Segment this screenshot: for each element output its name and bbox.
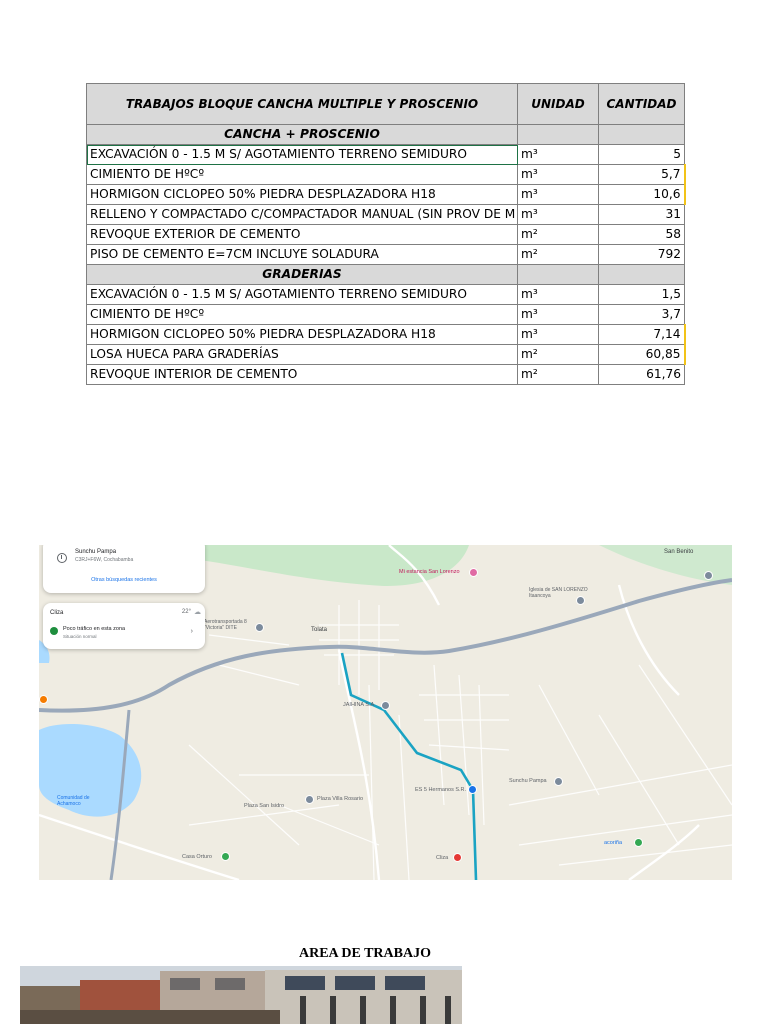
table-row[interactable]: REVOQUE EXTERIOR DE CEMENTO m² 58 xyxy=(86,224,685,245)
table-row[interactable]: HORMIGON CICLOPEO 50% PIEDRA DESPLAZADOR… xyxy=(86,184,686,205)
weather-cloud-icon: ☁ xyxy=(194,609,201,616)
label-sunchu-pampa[interactable]: Sunchu Pampa xyxy=(509,778,547,784)
cell-description[interactable]: HORMIGON CICLOPEO 50% PIEDRA DESPLAZADOR… xyxy=(86,184,518,205)
table-header-row: TRABAJOS BLOQUE CANCHA MULTIPLE Y PROSCE… xyxy=(86,83,685,125)
table-row[interactable]: HORMIGON CICLOPEO 50% PIEDRA DESPLAZADOR… xyxy=(86,324,686,345)
place-pin-icon[interactable] xyxy=(39,695,48,704)
chevron-right-icon[interactable]: › xyxy=(191,628,193,635)
label-plaza-san-isidro[interactable]: Plaza San Isidro xyxy=(244,803,284,809)
cell-quantity[interactable]: 31 xyxy=(598,204,685,225)
cell-quantity[interactable]: 3,7 xyxy=(598,304,685,325)
cell-quantity[interactable]: 10,6 xyxy=(598,184,686,205)
label-iglesia[interactable]: Iglesia de SAN LORENZO Itaancoya xyxy=(529,587,599,599)
cell-quantity[interactable]: 5 xyxy=(598,144,685,165)
header-description: TRABAJOS BLOQUE CANCHA MULTIPLE Y PROSCE… xyxy=(86,83,518,125)
work-area-photo-graphic xyxy=(20,966,462,1024)
cell-unit[interactable]: m³ xyxy=(517,304,599,325)
place-pin-icon[interactable] xyxy=(634,838,643,847)
cell-quantity[interactable]: 58 xyxy=(598,224,685,245)
cell-description[interactable]: PISO DE CEMENTO E=7CM INCLUYE SOLADURA xyxy=(86,244,518,265)
cell-unit[interactable]: m³ xyxy=(517,144,599,165)
recent-place-name[interactable]: Sunchu Pampa xyxy=(75,549,116,555)
table-row[interactable]: CIMIENTO DE HºCº m³ 3,7 xyxy=(86,304,685,325)
cell-quantity[interactable]: 5,7 xyxy=(598,164,686,185)
label-es5[interactable]: ES 5 Hermanos S.R. xyxy=(415,787,466,793)
military-pin-icon[interactable] xyxy=(255,623,264,632)
recent-place-address: C3RJ+F6W, Cochabamba xyxy=(75,557,134,563)
cell-description[interactable]: CIMIENTO DE HºCº xyxy=(86,164,518,185)
section-row: CANCHA + PROSCENIO xyxy=(86,124,685,145)
cell-unit[interactable]: m³ xyxy=(517,324,599,345)
traffic-status-icon xyxy=(50,627,58,635)
destination-pin-icon[interactable] xyxy=(468,785,477,794)
photo-section-title: AREA DE TRABAJO xyxy=(299,946,431,961)
table-row[interactable]: LOSA HUECA PARA GRADERÍAS m² 60,85 xyxy=(86,344,686,365)
label-acorina[interactable]: acoriña xyxy=(604,840,622,846)
church-pin-icon[interactable] xyxy=(576,596,585,605)
header-quantity: CANTIDAD xyxy=(598,83,685,125)
cell-quantity[interactable]: 61,76 xyxy=(598,364,685,385)
recent-search-card[interactable]: Sunchu Pampa C3RJ+F6W, Cochabamba Otras … xyxy=(43,545,205,593)
cell-quantity[interactable]: 60,85 xyxy=(598,344,686,365)
label-casa-ortuno[interactable]: Casa Orturo xyxy=(182,854,212,860)
cell-unit[interactable]: m³ xyxy=(517,164,599,185)
traffic-place-name: Cliza xyxy=(50,610,64,616)
label-aerotransportada[interactable]: Aerotransportada 8 "Victoria" DITE xyxy=(204,619,259,631)
quantities-table: TRABAJOS BLOQUE CANCHA MULTIPLE Y PROSCE… xyxy=(86,83,686,385)
label-comunidad[interactable]: Comunidad de Achamoco xyxy=(57,795,107,807)
cell-description[interactable]: REVOQUE EXTERIOR DE CEMENTO xyxy=(86,224,518,245)
label-plaza-villa-rosario[interactable]: Plaza Villa Rosario xyxy=(317,796,363,802)
cell-unit[interactable]: m² xyxy=(517,244,599,265)
cell-unit[interactable]: m² xyxy=(517,224,599,245)
cell-quantity[interactable]: 1,5 xyxy=(598,284,685,305)
cell-description[interactable]: HORMIGON CICLOPEO 50% PIEDRA DESPLAZADOR… xyxy=(86,324,518,345)
cell-unit[interactable]: m³ xyxy=(517,284,599,305)
table-row[interactable]: PISO DE CEMENTO E=7CM INCLUYE SOLADURA m… xyxy=(86,244,685,265)
traffic-status: Poco tráfico en esta zona xyxy=(63,626,126,632)
cell-unit[interactable]: m² xyxy=(517,364,599,385)
business-pin-icon[interactable] xyxy=(381,701,390,710)
place-pin-icon[interactable] xyxy=(704,571,713,580)
work-area-photo xyxy=(20,966,462,1024)
label-jaihina[interactable]: JAIHINA S.A xyxy=(343,702,374,708)
cell-description[interactable]: CIMIENTO DE HºCº xyxy=(86,304,518,325)
table-row[interactable]: REVOQUE INTERIOR DE CEMENTO m² 61,76 xyxy=(86,364,685,385)
restaurant-pin-icon[interactable] xyxy=(221,852,230,861)
label-mi-estancia[interactable]: Mi estancia San Lorenzo xyxy=(399,569,460,575)
table-row[interactable]: EXCAVACIÓN 0 - 1.5 M S/ AGOTAMIENTO TERR… xyxy=(86,284,685,305)
traffic-card[interactable]: Cliza 22° ☁ Poco tráfico en esta zona Si… xyxy=(43,603,205,649)
label-cliza[interactable]: Cliza xyxy=(436,855,448,861)
place-pin-icon[interactable] xyxy=(554,777,563,786)
cell-description[interactable]: LOSA HUECA PARA GRADERÍAS xyxy=(86,344,518,365)
cell-quantity[interactable]: 792 xyxy=(598,244,685,265)
table-row[interactable]: CIMIENTO DE HºCº m³ 5,7 xyxy=(86,164,686,185)
plaza-pin-icon[interactable] xyxy=(305,795,314,804)
cell-description[interactable]: EXCAVACIÓN 0 - 1.5 M S/ AGOTAMIENTO TERR… xyxy=(86,284,518,305)
section-title: CANCHA + PROSCENIO xyxy=(86,124,518,145)
hospital-pin-icon[interactable] xyxy=(453,853,462,862)
cell-quantity[interactable]: 7,14 xyxy=(598,324,686,345)
header-unit: UNIDAD xyxy=(517,83,599,125)
history-clock-icon xyxy=(57,553,67,563)
traffic-substatus: Situación normal xyxy=(63,634,97,639)
section-row: GRADERIAS xyxy=(86,264,685,285)
table-row[interactable]: EXCAVACIÓN 0 - 1.5 M S/ AGOTAMIENTO TERR… xyxy=(86,144,685,165)
section-title: GRADERIAS xyxy=(86,264,518,285)
label-san-benito[interactable]: San Benito xyxy=(664,549,693,555)
map-screenshot[interactable]: San Benito Mi estancia San Lorenzo Igles… xyxy=(39,545,732,880)
temperature: 22° xyxy=(181,609,191,615)
cell-unit[interactable]: m² xyxy=(517,344,599,365)
cell-description[interactable]: RELLENO Y COMPACTADO C/COMPACTADOR MANUA… xyxy=(86,204,518,225)
other-recent-searches-link[interactable]: Otras búsquedas recientes xyxy=(43,577,205,583)
place-pin-icon[interactable] xyxy=(469,568,478,577)
map-canvas xyxy=(39,545,732,880)
cell-description[interactable]: EXCAVACIÓN 0 - 1.5 M S/ AGOTAMIENTO TERR… xyxy=(86,144,518,165)
label-tolata[interactable]: Tolata xyxy=(311,627,327,633)
table-row[interactable]: RELLENO Y COMPACTADO C/COMPACTADOR MANUA… xyxy=(86,204,685,225)
cell-unit[interactable]: m³ xyxy=(517,204,599,225)
cell-unit[interactable]: m³ xyxy=(517,184,599,205)
cell-description[interactable]: REVOQUE INTERIOR DE CEMENTO xyxy=(86,364,518,385)
